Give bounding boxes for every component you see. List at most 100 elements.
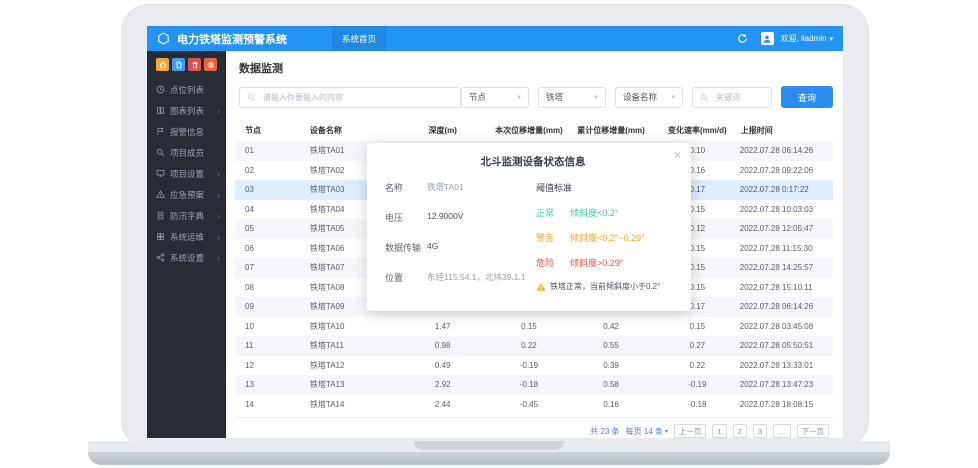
cell-node: 10 [235,317,284,337]
select-label: 设备名称 [623,91,657,103]
cell-time: 2022.07.28 11:15:30 [740,239,833,259]
table-row[interactable]: 10铁塔TA101.470.150.420.152022.07.28 03:45… [235,317,833,337]
cell-node: 01 [235,141,284,161]
search-input-wrap[interactable] [239,87,461,108]
cell-node: 03 [235,180,284,200]
table-row[interactable]: 12铁塔TA120.49-0.190.390.222022.07.28 13:3… [235,356,833,376]
cell-node: 08 [235,278,284,298]
cell-depth: 0.98 [395,336,491,356]
sidebar-item[interactable]: 项目设置 › [147,163,226,184]
cell-time: 2022.07.28 06:14:26 [740,297,833,317]
quick-home-icon[interactable] [156,58,169,71]
table-row[interactable]: 13铁塔TA132.92-0.180.58-0.192022.07.28 13:… [235,375,833,395]
sidebar-item[interactable]: 报警信息 [147,121,226,142]
threshold-rule: 倾斜度>0.29° [570,256,623,269]
laptop-base-notch [414,441,564,450]
field-label: 数据传输 [385,241,427,254]
column-header: 设备名称 [284,119,395,141]
warning-icon [536,282,546,292]
refresh-icon[interactable] [737,33,748,44]
welcome-text: 欢迎, liadmin [781,33,827,44]
filter-selects: 节点▾ 铁塔▾ 设备名称▾ [461,87,683,108]
sidebar: 点位列表图表列表›报警信息项目成员项目设置›应急预案›防汛字典›系统运维›系统设… [147,51,226,438]
next-page-button[interactable]: 下一页 [797,424,830,438]
device-field: 电压12.9000V [385,211,536,224]
query-button[interactable]: 查询 [781,86,833,108]
doc-icon [156,211,165,220]
close-icon[interactable]: × [674,149,681,161]
threshold-row: 正常倾斜度<0.2° [536,206,681,219]
flag-icon [156,127,165,136]
chevron-right-icon: › [214,169,220,179]
caret-icon: ▾ [665,428,668,435]
filter-select[interactable]: 铁塔▾ [538,87,606,108]
cell-device: 铁塔TA14 [284,395,395,415]
cell-depth: 2.92 [395,375,491,395]
pagination: 共 23 条 每页 14 条 ▾ 上一页 123… 下一页 [235,417,833,438]
cell-time: 2022.07.28 09:22:06 [740,161,833,181]
cell-total: 0.39 [567,356,655,376]
sidebar-item[interactable]: 系统运维› [147,226,226,247]
cell-total: 0.55 [567,336,655,356]
cell-time: 2022.07.28 06:14:26 [740,141,833,161]
cell-time: 2022.07.28 0:17:22 [740,180,833,200]
avatar[interactable] [761,32,774,45]
sidebar-item[interactable]: 图表列表› [147,100,226,121]
field-value: 4G [427,241,438,254]
page-button[interactable]: 1 [712,424,726,438]
cell-depth: 1.47 [395,317,491,337]
table-row[interactable]: 11铁塔TA110.980.220.550.272022.07.28 05:50… [235,336,833,356]
user-menu[interactable]: 欢迎, liadmin ▾ [781,33,833,44]
nav-item-home[interactable]: 系统首页 [332,26,386,51]
sidebar-item-label: 图表列表 [170,105,209,117]
cell-node: 07 [235,258,284,278]
cell-node: 13 [235,375,284,395]
keyword-input-wrap[interactable] [692,87,772,108]
laptop-mockup: 电力铁塔监测预警系统 系统首页 欢迎, liadmin ▾ 点位列表图表列表›报… [0,0,978,468]
cell-rate: -0.19 [655,375,740,395]
cell-node: 02 [235,161,284,181]
cell-node: 14 [235,395,284,415]
cell-time: 2022.07.28 13:47:23 [740,375,833,395]
sidebar-item[interactable]: 项目成员 [147,142,226,163]
page-button[interactable]: 3 [753,424,767,438]
filter-select[interactable]: 设备名称▾ [615,87,683,108]
sidebar-item[interactable]: 防汛字典› [147,205,226,226]
threshold-list: 正常倾斜度<0.2°警告倾斜度<0.2°~0.29°危险倾斜度>0.29° [536,206,681,269]
keyword-input[interactable] [714,92,764,103]
field-label: 位置 [385,271,427,284]
per-page-select[interactable]: 每页 14 条 ▾ [626,426,668,437]
sidebar-item[interactable]: 点位列表 [147,79,226,100]
warning-icon [156,190,165,199]
column-header: 变化速率(mm/d) [655,119,740,141]
cell-time: 2022.07.28 13:33:01 [740,356,833,376]
quick-file-icon[interactable] [172,58,185,71]
search-input[interactable] [261,92,453,103]
threshold-level: 警告 [536,231,554,244]
threshold-rule: 倾斜度<0.2°~0.29° [570,231,645,244]
sidebar-item-label: 系统运维 [170,231,209,243]
cell-time: 2022.07.28 10:03:03 [740,200,833,220]
cell-total: 0.42 [567,317,655,337]
cell-depth: 0.49 [395,356,491,376]
page-button[interactable]: 2 [733,424,747,438]
sidebar-item[interactable]: 系统设置› [147,247,226,268]
field-label: 名称 [385,181,427,194]
page-button[interactable]: … [773,424,791,438]
cell-total: 0.16 [567,395,655,415]
sidebar-item[interactable]: 应急预案› [147,184,226,205]
prev-page-button[interactable]: 上一页 [674,424,707,438]
table-row[interactable]: 14铁塔TA142.44-0.450.16-0.182022.07.28 18:… [235,395,833,415]
column-header: 累计位移增量(mm) [567,119,655,141]
filter-select[interactable]: 节点▾ [461,87,529,108]
chevron-right-icon: › [214,211,220,221]
field-value: 铁塔TA01 [427,181,464,194]
sidebar-item-label: 项目设置 [170,168,209,180]
sidebar-item-label: 点位列表 [170,84,209,96]
cell-node: 06 [235,239,284,259]
status-note-text: 铁塔正常，当前倾斜度小于0.2° [550,281,660,292]
cell-delta: 0.15 [491,317,568,337]
quick-trash-icon[interactable] [188,58,201,71]
column-header: 上报时间 [740,119,833,141]
quick-gear-icon[interactable] [204,58,217,71]
